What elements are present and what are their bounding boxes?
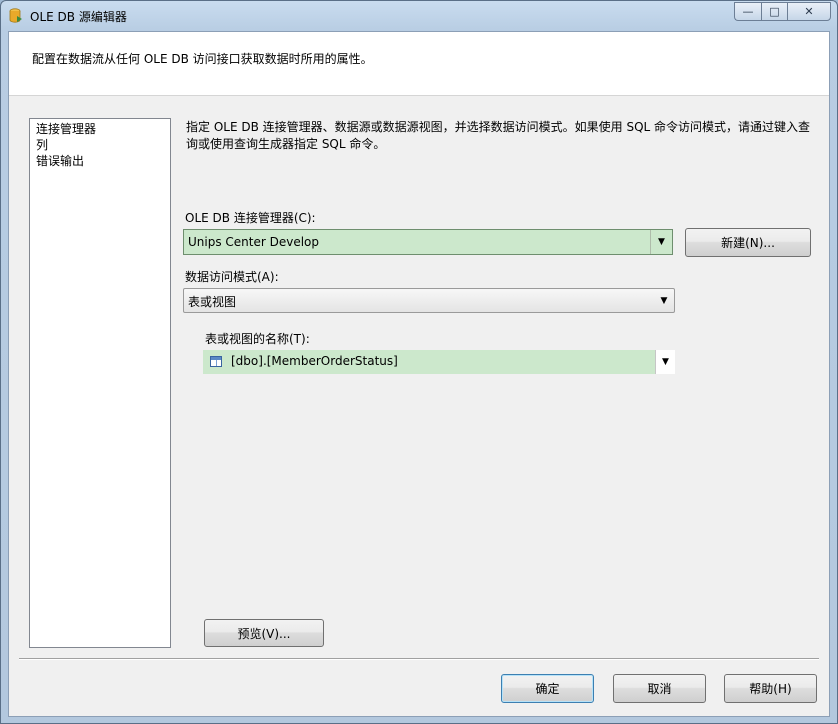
- close-button[interactable]: ✕: [787, 2, 831, 21]
- maximize-button[interactable]: □: [761, 2, 787, 21]
- chevron-down-icon[interactable]: ▼: [650, 230, 672, 254]
- caption-buttons: — □ ✕: [734, 2, 831, 21]
- preview-button[interactable]: 预览(V)...: [204, 619, 324, 647]
- window-title: OLE DB 源编辑器: [30, 10, 127, 24]
- minimize-button[interactable]: —: [734, 2, 761, 21]
- header-band: 配置在数据流从任何 OLE DB 访问接口获取数据时所用的属性。: [9, 32, 829, 96]
- page-navigation-list: 连接管理器 列 错误输出: [29, 118, 171, 648]
- title-bar[interactable]: OLE DB 源编辑器 — □ ✕: [1, 1, 837, 31]
- table-icon: [210, 356, 222, 367]
- access-mode-value: 表或视图: [188, 295, 237, 309]
- page-instructions: 指定 OLE DB 连接管理器、数据源或数据源视图，并选择数据访问模式。如果使用…: [186, 120, 811, 151]
- conn-manager-value: Unips Center Develop: [188, 235, 320, 249]
- maximize-icon: □: [769, 5, 780, 18]
- conn-manager-label: OLE DB 连接管理器(C):: [185, 211, 316, 225]
- database-source-icon: [9, 8, 22, 23]
- cancel-button[interactable]: 取消: [613, 674, 706, 703]
- table-name-value: [dbo].[MemberOrderStatus]: [231, 354, 398, 368]
- minimize-icon: —: [742, 5, 754, 18]
- dialog-client-area: 配置在数据流从任何 OLE DB 访问接口获取数据时所用的属性。 连接管理器 列…: [8, 31, 830, 717]
- table-name-combo[interactable]: [dbo].[MemberOrderStatus] ▼: [203, 350, 675, 374]
- chevron-down-icon[interactable]: ▼: [655, 350, 675, 374]
- conn-manager-combo[interactable]: Unips Center Develop ▼: [183, 229, 673, 255]
- access-mode-combo[interactable]: 表或视图 ▼: [183, 288, 675, 313]
- ok-button[interactable]: 确定: [501, 674, 594, 703]
- new-connection-button[interactable]: 新建(N)...: [685, 228, 811, 257]
- nav-item-error-output[interactable]: 错误输出: [30, 153, 170, 169]
- nav-item-connection-manager[interactable]: 连接管理器: [30, 121, 170, 137]
- access-mode-label: 数据访问模式(A):: [185, 270, 279, 284]
- header-description: 配置在数据流从任何 OLE DB 访问接口获取数据时所用的属性。: [32, 52, 373, 66]
- nav-item-columns[interactable]: 列: [30, 137, 170, 153]
- table-name-label: 表或视图的名称(T):: [205, 332, 310, 346]
- dialog-window: OLE DB 源编辑器 — □ ✕ 配置在数据流从任何 OLE DB 访问接口获…: [0, 0, 838, 724]
- help-button[interactable]: 帮助(H): [724, 674, 817, 703]
- chevron-down-icon[interactable]: ▼: [654, 289, 674, 312]
- close-icon: ✕: [804, 5, 814, 18]
- footer-separator: [19, 658, 819, 660]
